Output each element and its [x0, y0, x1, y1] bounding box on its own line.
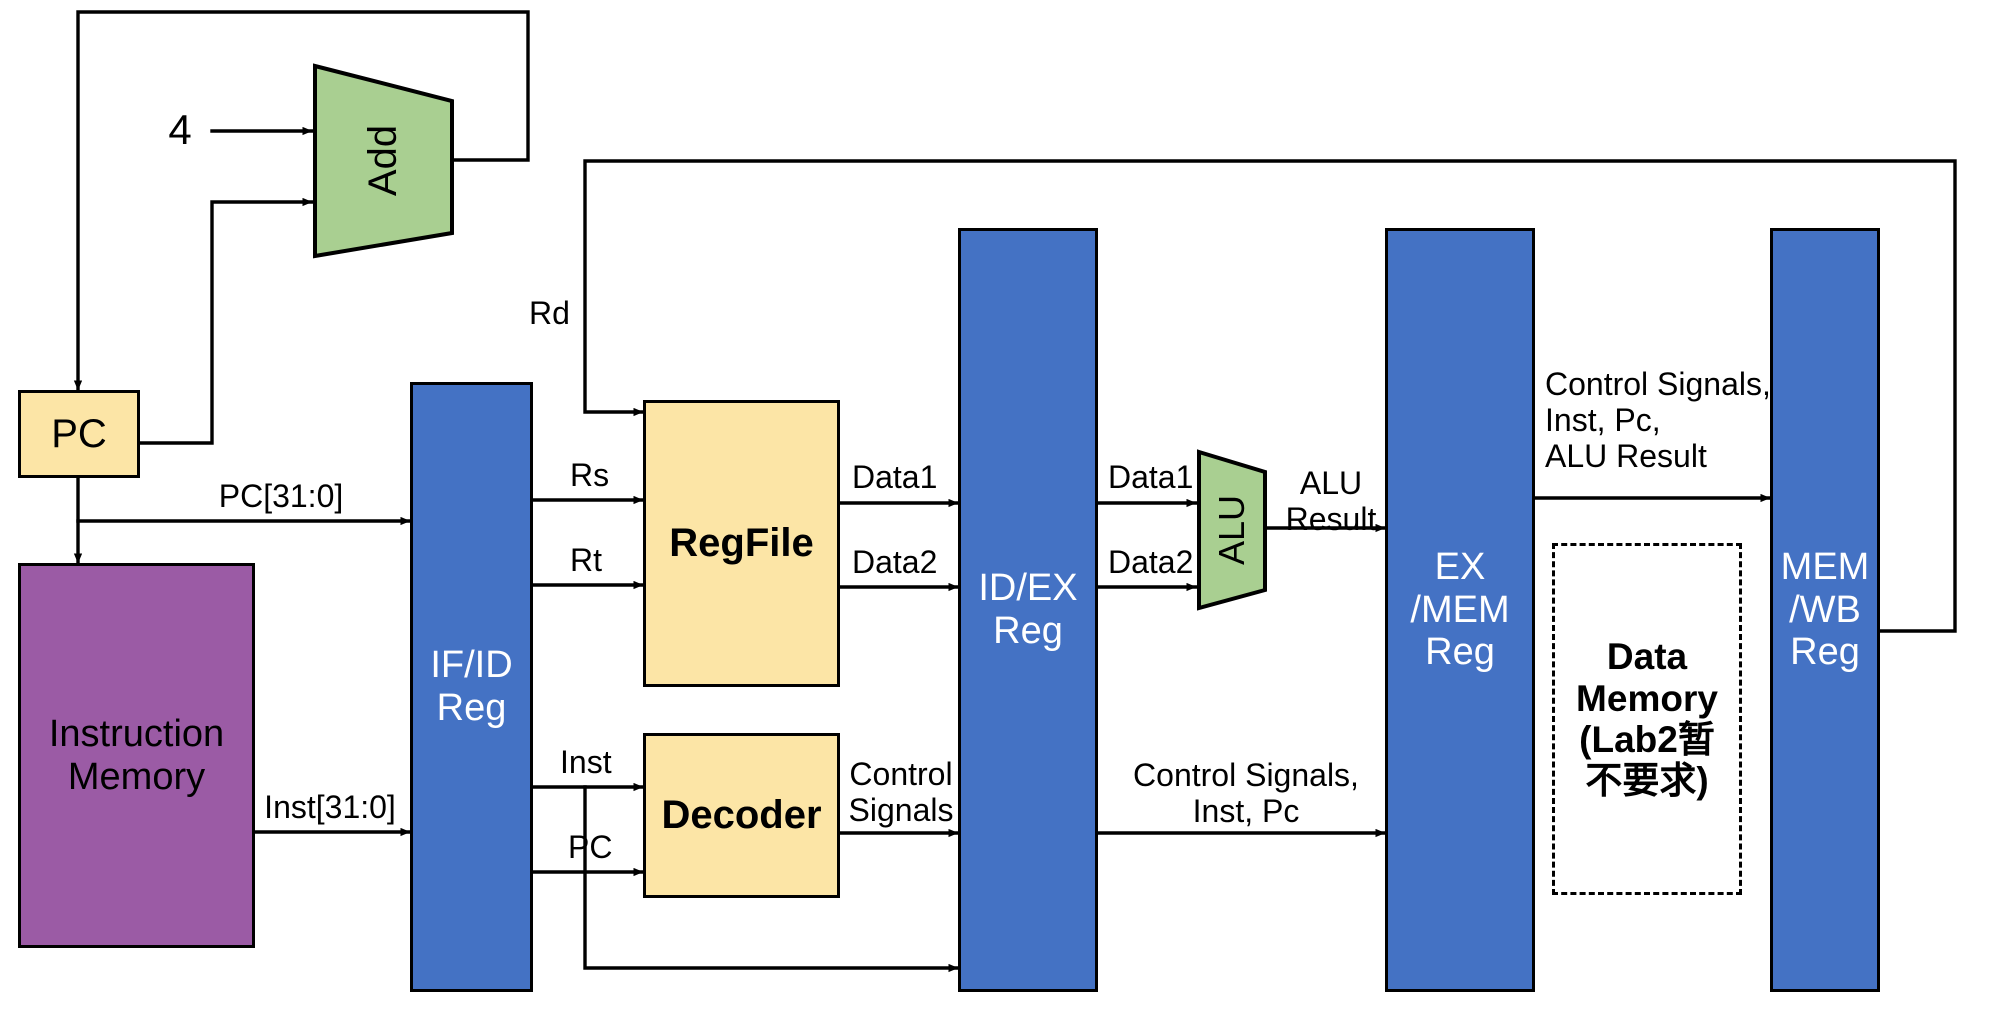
decoder-label: Decoder: [661, 793, 822, 838]
data1-idex-out-label: Data1: [1108, 459, 1194, 495]
data2-idex-out-label: Data2: [1108, 544, 1194, 580]
pc-register-label: PC: [51, 411, 107, 456]
control-signals-decoder-out-label: Control Signals: [848, 756, 954, 828]
rd-label: Rd: [529, 295, 570, 331]
pc-bus-label: PC[31:0]: [218, 478, 344, 514]
pipeline-datapath-diagram: PC Instruction Memory IF/ID Reg RegFile …: [0, 0, 1998, 1020]
data2-regfile-out-label: Data2: [852, 544, 938, 580]
inst-to-decoder-label: Inst: [560, 744, 612, 780]
wire-pc-to-add: [138, 197, 314, 445]
instruction-memory-block[interactable]: Instruction Memory: [18, 563, 255, 948]
control-signals-idex-out-label: Control Signals, Inst, Pc: [1133, 757, 1359, 829]
add-unit[interactable]: Add: [312, 60, 455, 260]
ex-mem-pipeline-register-label: EX /MEM Reg: [1410, 546, 1510, 674]
mem-wb-pipeline-register[interactable]: MEM /WB Reg: [1770, 228, 1880, 992]
pc-to-decoder-label: PC: [568, 829, 613, 865]
data-memory-block[interactable]: Data Memory (Lab2暂 不要求): [1552, 543, 1742, 895]
constant-four-label: 4: [168, 106, 192, 153]
pc-register[interactable]: PC: [18, 390, 140, 478]
inst-bus-label: Inst[31:0]: [264, 789, 396, 825]
alu-result-label: ALU Result: [1285, 465, 1377, 537]
register-file-label: RegFile: [669, 521, 814, 566]
ex-mem-pipeline-register[interactable]: EX /MEM Reg: [1385, 228, 1535, 992]
if-id-pipeline-register-label: IF/ID Reg: [430, 644, 513, 729]
add-unit-label: Add: [360, 124, 405, 196]
rt-label: Rt: [570, 542, 602, 578]
if-id-pipeline-register[interactable]: IF/ID Reg: [410, 382, 533, 992]
wire-add-to-pc: [73, 10, 530, 392]
rs-label: Rs: [570, 457, 610, 493]
mem-wb-pipeline-register-label: MEM /WB Reg: [1780, 546, 1870, 674]
decoder-block[interactable]: Decoder: [643, 733, 840, 898]
control-signals-exmem-out-label: Control Signals, Inst, Pc, ALU Result: [1545, 366, 1771, 474]
data1-regfile-out-label: Data1: [852, 459, 938, 495]
instruction-memory-label: Instruction Memory: [48, 712, 225, 798]
id-ex-pipeline-register-label: ID/EX Reg: [978, 567, 1078, 652]
id-ex-pipeline-register[interactable]: ID/EX Reg: [958, 228, 1098, 992]
register-file-block[interactable]: RegFile: [643, 400, 840, 687]
data-memory-label: Data Memory (Lab2暂 不要求): [1576, 636, 1718, 802]
